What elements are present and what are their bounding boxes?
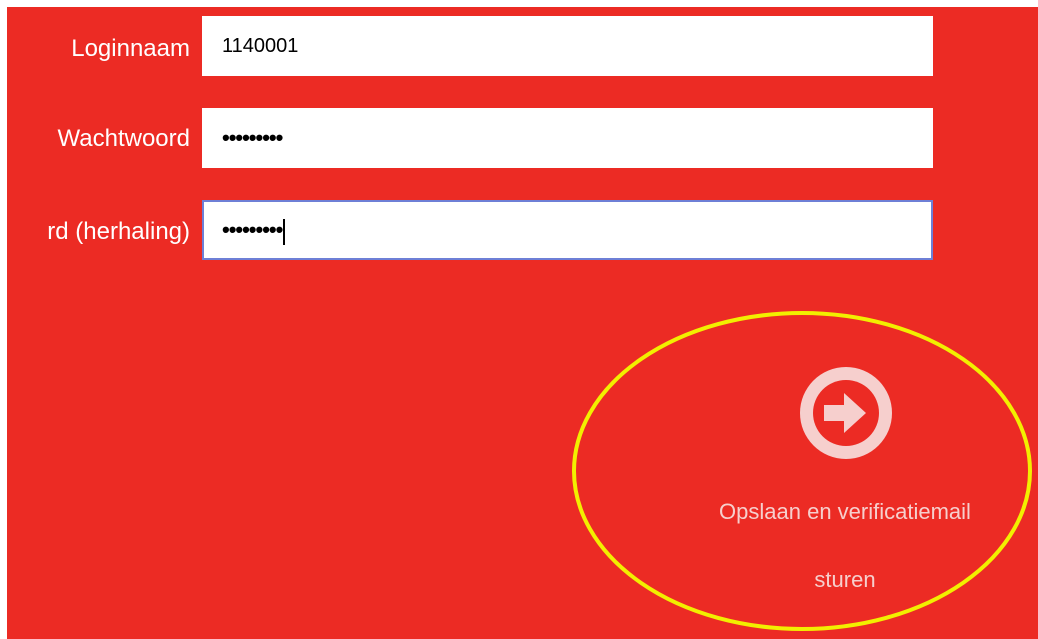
password-input[interactable]: ••••••••• — [202, 108, 933, 168]
password-repeat-input[interactable]: ••••••••• — [202, 200, 933, 260]
password-repeat-label: rd (herhaling) — [47, 218, 190, 245]
registration-panel: Loginnaam 1140001 Wachtwoord ••••••••• r… — [7, 7, 1038, 639]
save-and-send-verification-button[interactable]: Opslaan en verificatiemail sturen — [670, 349, 1020, 609]
submit-label-line1: Opslaan en verificatiemail — [719, 499, 971, 524]
login-label: Loginnaam — [71, 35, 190, 62]
password-label: Wachtwoord — [57, 125, 191, 152]
submit-label-line2: sturen — [814, 567, 876, 592]
login-value: 1140001 — [222, 35, 299, 57]
password-repeat-value: ••••••••• — [222, 217, 283, 242]
password-value: ••••••••• — [222, 125, 283, 150]
login-input[interactable]: 1140001 — [202, 16, 933, 76]
arrow-right-circle-icon — [800, 367, 892, 459]
text-caret — [283, 218, 286, 245]
submit-area: Opslaan en verificatiemail sturen — [570, 309, 1038, 639]
